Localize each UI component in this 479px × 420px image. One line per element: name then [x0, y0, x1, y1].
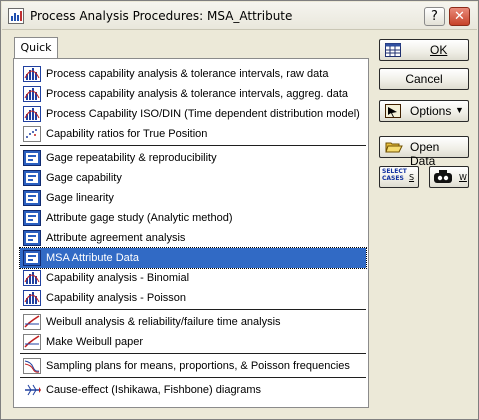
procedure-item[interactable]: Capability analysis - Binomial: [20, 268, 366, 288]
scatter-icon: [23, 126, 41, 142]
gage-icon: [23, 230, 41, 246]
open-data-button[interactable]: Open Data: [379, 136, 469, 168]
gage-icon: [23, 170, 41, 186]
grid-icon: [385, 43, 401, 57]
procedure-item-label: Capability analysis - Binomial: [46, 272, 190, 284]
select-cases-icon: SELECT CASES: [382, 168, 407, 182]
procedure-item-label: Sampling plans for means, proportions, &…: [46, 360, 350, 372]
procedure-item-label: Make Weibull paper: [46, 336, 144, 348]
ok-button[interactable]: OK: [379, 39, 469, 61]
cancel-button[interactable]: Cancel: [379, 68, 469, 90]
histogram-icon: [23, 270, 41, 286]
procedure-item[interactable]: Gage capability: [20, 168, 366, 188]
procedure-item[interactable]: Weibull analysis & reliability/failure t…: [20, 312, 366, 332]
list-divider: [20, 353, 366, 354]
procedure-item[interactable]: Cause-effect (Ishikawa, Fishbone) diagra…: [20, 380, 366, 400]
open-data-label: Open Data: [410, 140, 440, 168]
select-cases-key: S: [409, 173, 415, 182]
window-title: Process Analysis Procedures: MSA_Attribu…: [30, 9, 293, 23]
procedure-item[interactable]: Process capability analysis & tolerance …: [20, 84, 366, 104]
options-icon: [385, 104, 401, 118]
procedure-item-label: Attribute agreement analysis: [46, 232, 186, 244]
procedure-item-label: Attribute gage study (Analytic method): [46, 212, 233, 224]
cancel-label: Cancel: [405, 72, 443, 86]
procedure-item[interactable]: Sampling plans for means, proportions, &…: [20, 356, 366, 376]
procedure-item[interactable]: Gage repeatability & reproducibility: [20, 148, 366, 168]
list-divider: [20, 309, 366, 310]
procedure-item-label: Gage linearity: [46, 192, 114, 204]
gage-icon: [23, 210, 41, 226]
procedure-item[interactable]: Attribute agreement analysis: [20, 228, 366, 248]
select-cases-line1: SELECT: [382, 168, 407, 175]
close-button[interactable]: ✕: [449, 7, 470, 26]
procedure-item[interactable]: Make Weibull paper: [20, 332, 366, 352]
tab-quick[interactable]: Quick: [14, 37, 58, 59]
title-bar[interactable]: Process Analysis Procedures: MSA_Attribu…: [2, 2, 477, 30]
procedure-item-label: Weibull analysis & reliability/failure t…: [46, 316, 281, 328]
sampling-icon: [23, 358, 41, 374]
chevron-down-icon: ▼: [455, 105, 464, 115]
procedure-item[interactable]: MSA Attribute Data: [19, 247, 367, 269]
histogram-icon: [23, 106, 41, 122]
procedure-item-label: Gage repeatability & reproducibility: [46, 152, 217, 164]
options-label: Options: [410, 104, 452, 118]
histogram-icon: [23, 66, 41, 82]
ok-label: OK: [430, 43, 448, 57]
procedure-item-label: Process capability analysis & tolerance …: [46, 68, 329, 80]
weibull-icon: [23, 314, 41, 330]
procedure-item[interactable]: Process capability analysis & tolerance …: [20, 64, 366, 84]
help-button[interactable]: ?: [424, 7, 445, 26]
select-cases-button[interactable]: SELECT CASES S: [379, 166, 419, 188]
procedure-item-label: Capability analysis - Poisson: [46, 292, 187, 304]
procedure-item[interactable]: Gage linearity: [20, 188, 366, 208]
options-button[interactable]: Options ▼: [379, 100, 469, 122]
histogram-icon: [23, 290, 41, 306]
procedure-item-label: Gage capability: [46, 172, 122, 184]
dialog-window: Process Analysis Procedures: MSA_Attribu…: [0, 0, 479, 420]
procedure-list: Process capability analysis & tolerance …: [19, 64, 367, 400]
procedure-item-label: Process Capability ISO/DIN (Time depende…: [46, 108, 360, 120]
histogram-icon: [23, 86, 41, 102]
weight-key: W: [459, 173, 467, 182]
procedure-item-label: Process capability analysis & tolerance …: [46, 88, 349, 100]
weight-icon: [433, 170, 453, 184]
list-divider: [20, 377, 366, 378]
procedure-item-label: MSA Attribute Data: [46, 252, 139, 264]
procedure-item-label: Cause-effect (Ishikawa, Fishbone) diagra…: [46, 384, 262, 396]
procedure-item[interactable]: Capability analysis - Poisson: [20, 288, 366, 308]
procedure-item[interactable]: Process Capability ISO/DIN (Time depende…: [20, 104, 366, 124]
select-cases-line2: CASES: [382, 175, 404, 182]
procedure-item-label: Capability ratios for True Position: [46, 128, 208, 140]
weibull-icon: [23, 334, 41, 350]
app-icon: [8, 8, 24, 24]
procedure-item[interactable]: Capability ratios for True Position: [20, 124, 366, 144]
list-divider: [20, 145, 366, 146]
procedure-panel: Process capability analysis & tolerance …: [13, 58, 369, 408]
weight-button[interactable]: W: [429, 166, 469, 188]
gage-icon: [23, 250, 41, 266]
fishbone-icon: [23, 382, 41, 398]
procedure-item[interactable]: Attribute gage study (Analytic method): [20, 208, 366, 228]
folder-open-icon: [385, 140, 403, 154]
gage-icon: [23, 190, 41, 206]
gage-icon: [23, 150, 41, 166]
